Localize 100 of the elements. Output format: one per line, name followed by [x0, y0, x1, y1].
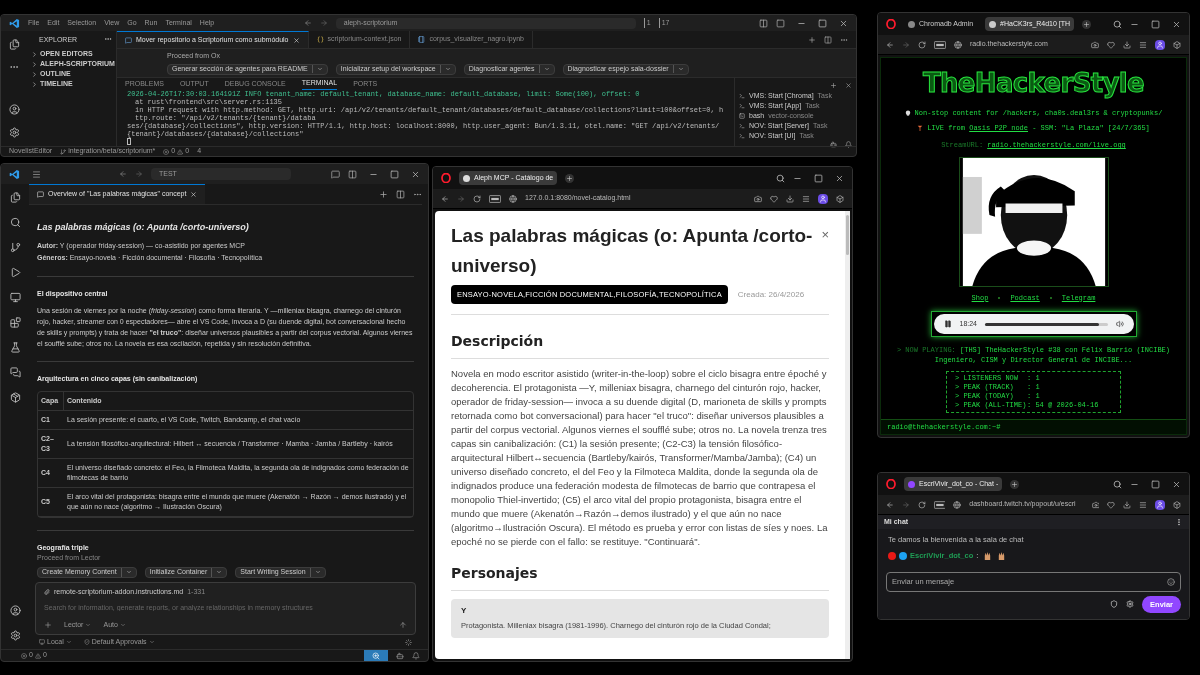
reload-icon[interactable]: [473, 194, 481, 203]
close-icon[interactable]: [839, 18, 848, 28]
back-icon[interactable]: [303, 19, 312, 27]
shell-icon[interactable]: [739, 113, 745, 119]
close-icon[interactable]: [411, 169, 420, 179]
more-icon[interactable]: [104, 35, 112, 43]
camera-icon[interactable]: [754, 194, 762, 203]
account-icon[interactable]: [9, 605, 21, 616]
download-icon[interactable]: [786, 194, 794, 203]
account-icon[interactable]: [8, 104, 20, 115]
explorer-icon[interactable]: [9, 192, 21, 203]
site-info-icon[interactable]: [953, 500, 962, 509]
task-icon[interactable]: [739, 133, 745, 139]
site-info-icon[interactable]: [509, 194, 517, 203]
back-icon[interactable]: [441, 194, 449, 203]
branch-icon[interactable]: [60, 148, 67, 155]
notifications-icon[interactable]: [845, 141, 852, 148]
vscode-logo-icon[interactable]: [9, 17, 20, 29]
opera-logo-icon[interactable]: [886, 479, 896, 489]
settings-icon[interactable]: [1126, 600, 1135, 609]
new-tab-icon[interactable]: [379, 189, 388, 199]
error-icon[interactable]: [21, 652, 27, 659]
explorer-icon[interactable]: [8, 39, 20, 50]
vpn-icon[interactable]: [934, 40, 946, 49]
menu-icon[interactable]: [1139, 500, 1148, 509]
opera-logo-icon[interactable]: [441, 173, 451, 183]
error-icon[interactable]: [163, 148, 170, 155]
download-icon[interactable]: [1123, 40, 1131, 49]
menu-icon[interactable]: [32, 169, 41, 179]
heart-icon[interactable]: [770, 194, 778, 203]
chevron-down-icon[interactable]: [677, 66, 684, 72]
package-icon[interactable]: [9, 392, 21, 403]
copilot-icon[interactable]: [830, 141, 837, 148]
menu-icon[interactable]: [802, 194, 810, 203]
close-icon[interactable]: [1172, 479, 1181, 489]
task-icon[interactable]: [739, 123, 745, 129]
maximize-icon[interactable]: [814, 173, 823, 183]
heart-icon[interactable]: [1107, 500, 1116, 509]
maximize-icon[interactable]: [1151, 19, 1160, 29]
pause-icon[interactable]: [943, 320, 952, 328]
notifications-icon[interactable]: [412, 651, 420, 660]
extensions-icon[interactable]: [1173, 40, 1181, 49]
close-icon[interactable]: [1172, 19, 1181, 29]
close-icon[interactable]: [190, 191, 198, 198]
branch-icon[interactable]: [9, 242, 21, 253]
task-icon[interactable]: [739, 103, 745, 109]
back-icon[interactable]: [886, 40, 894, 49]
maximize-icon[interactable]: [390, 169, 399, 179]
heart-icon[interactable]: [1107, 40, 1115, 49]
copilot-icon[interactable]: [396, 651, 404, 660]
search-icon[interactable]: [9, 217, 21, 228]
camera-icon[interactable]: [1091, 40, 1099, 49]
flask-icon[interactable]: [9, 342, 21, 353]
send-icon[interactable]: [399, 620, 407, 629]
warning-icon[interactable]: [177, 148, 184, 155]
search-icon[interactable]: [1113, 479, 1122, 489]
menu-icon[interactable]: [1139, 40, 1147, 49]
braces-icon[interactable]: [316, 36, 324, 43]
paperclip-icon[interactable]: [44, 588, 50, 595]
notebook-icon[interactable]: [418, 36, 426, 43]
volume-icon[interactable]: [1115, 320, 1124, 328]
download-icon[interactable]: [1123, 500, 1132, 509]
monitor-icon[interactable]: [39, 639, 45, 645]
back-icon[interactable]: [119, 170, 127, 178]
new-tab-icon[interactable]: [808, 35, 816, 44]
split-editor-icon[interactable]: [824, 35, 832, 44]
run-icon[interactable]: [9, 267, 21, 278]
shield-icon[interactable]: [83, 639, 90, 645]
warning-icon[interactable]: [34, 652, 41, 659]
maximize-icon[interactable]: [818, 18, 827, 28]
vscode-logo-icon[interactable]: [9, 168, 20, 180]
chevron-down-icon[interactable]: [125, 569, 132, 575]
extensions-icon[interactable]: [9, 317, 21, 328]
maximize-icon[interactable]: [1151, 479, 1160, 489]
layout-icon[interactable]: [348, 169, 357, 179]
profile-button[interactable]: [818, 193, 828, 204]
chat-icon[interactable]: [331, 169, 340, 179]
site-info-icon[interactable]: [954, 40, 962, 49]
search-icon[interactable]: [776, 173, 785, 183]
extensions-icon[interactable]: [836, 194, 844, 203]
new-tab-icon[interactable]: [1010, 479, 1020, 489]
profile-button[interactable]: [1155, 39, 1165, 50]
more-icon[interactable]: [1175, 518, 1183, 526]
task-icon[interactable]: [739, 93, 745, 99]
reload-icon[interactable]: [918, 40, 926, 49]
back-icon[interactable]: [886, 500, 894, 509]
close-icon[interactable]: [845, 82, 852, 89]
settings-icon[interactable]: [8, 127, 20, 138]
chevron-down-icon[interactable]: [314, 569, 321, 575]
vpn-icon[interactable]: [933, 500, 946, 509]
chat-icon[interactable]: [125, 36, 132, 44]
new-tab-icon[interactable]: [1082, 19, 1092, 29]
emote-icon[interactable]: [1167, 577, 1175, 586]
search-icon[interactable]: [1113, 19, 1122, 29]
panel-icon[interactable]: [776, 18, 785, 28]
loading-icon[interactable]: [405, 638, 412, 646]
zoom-icon[interactable]: [372, 651, 380, 660]
new-tab-icon[interactable]: [565, 173, 575, 183]
remote-icon[interactable]: [9, 292, 21, 303]
new-terminal-icon[interactable]: [830, 82, 837, 89]
